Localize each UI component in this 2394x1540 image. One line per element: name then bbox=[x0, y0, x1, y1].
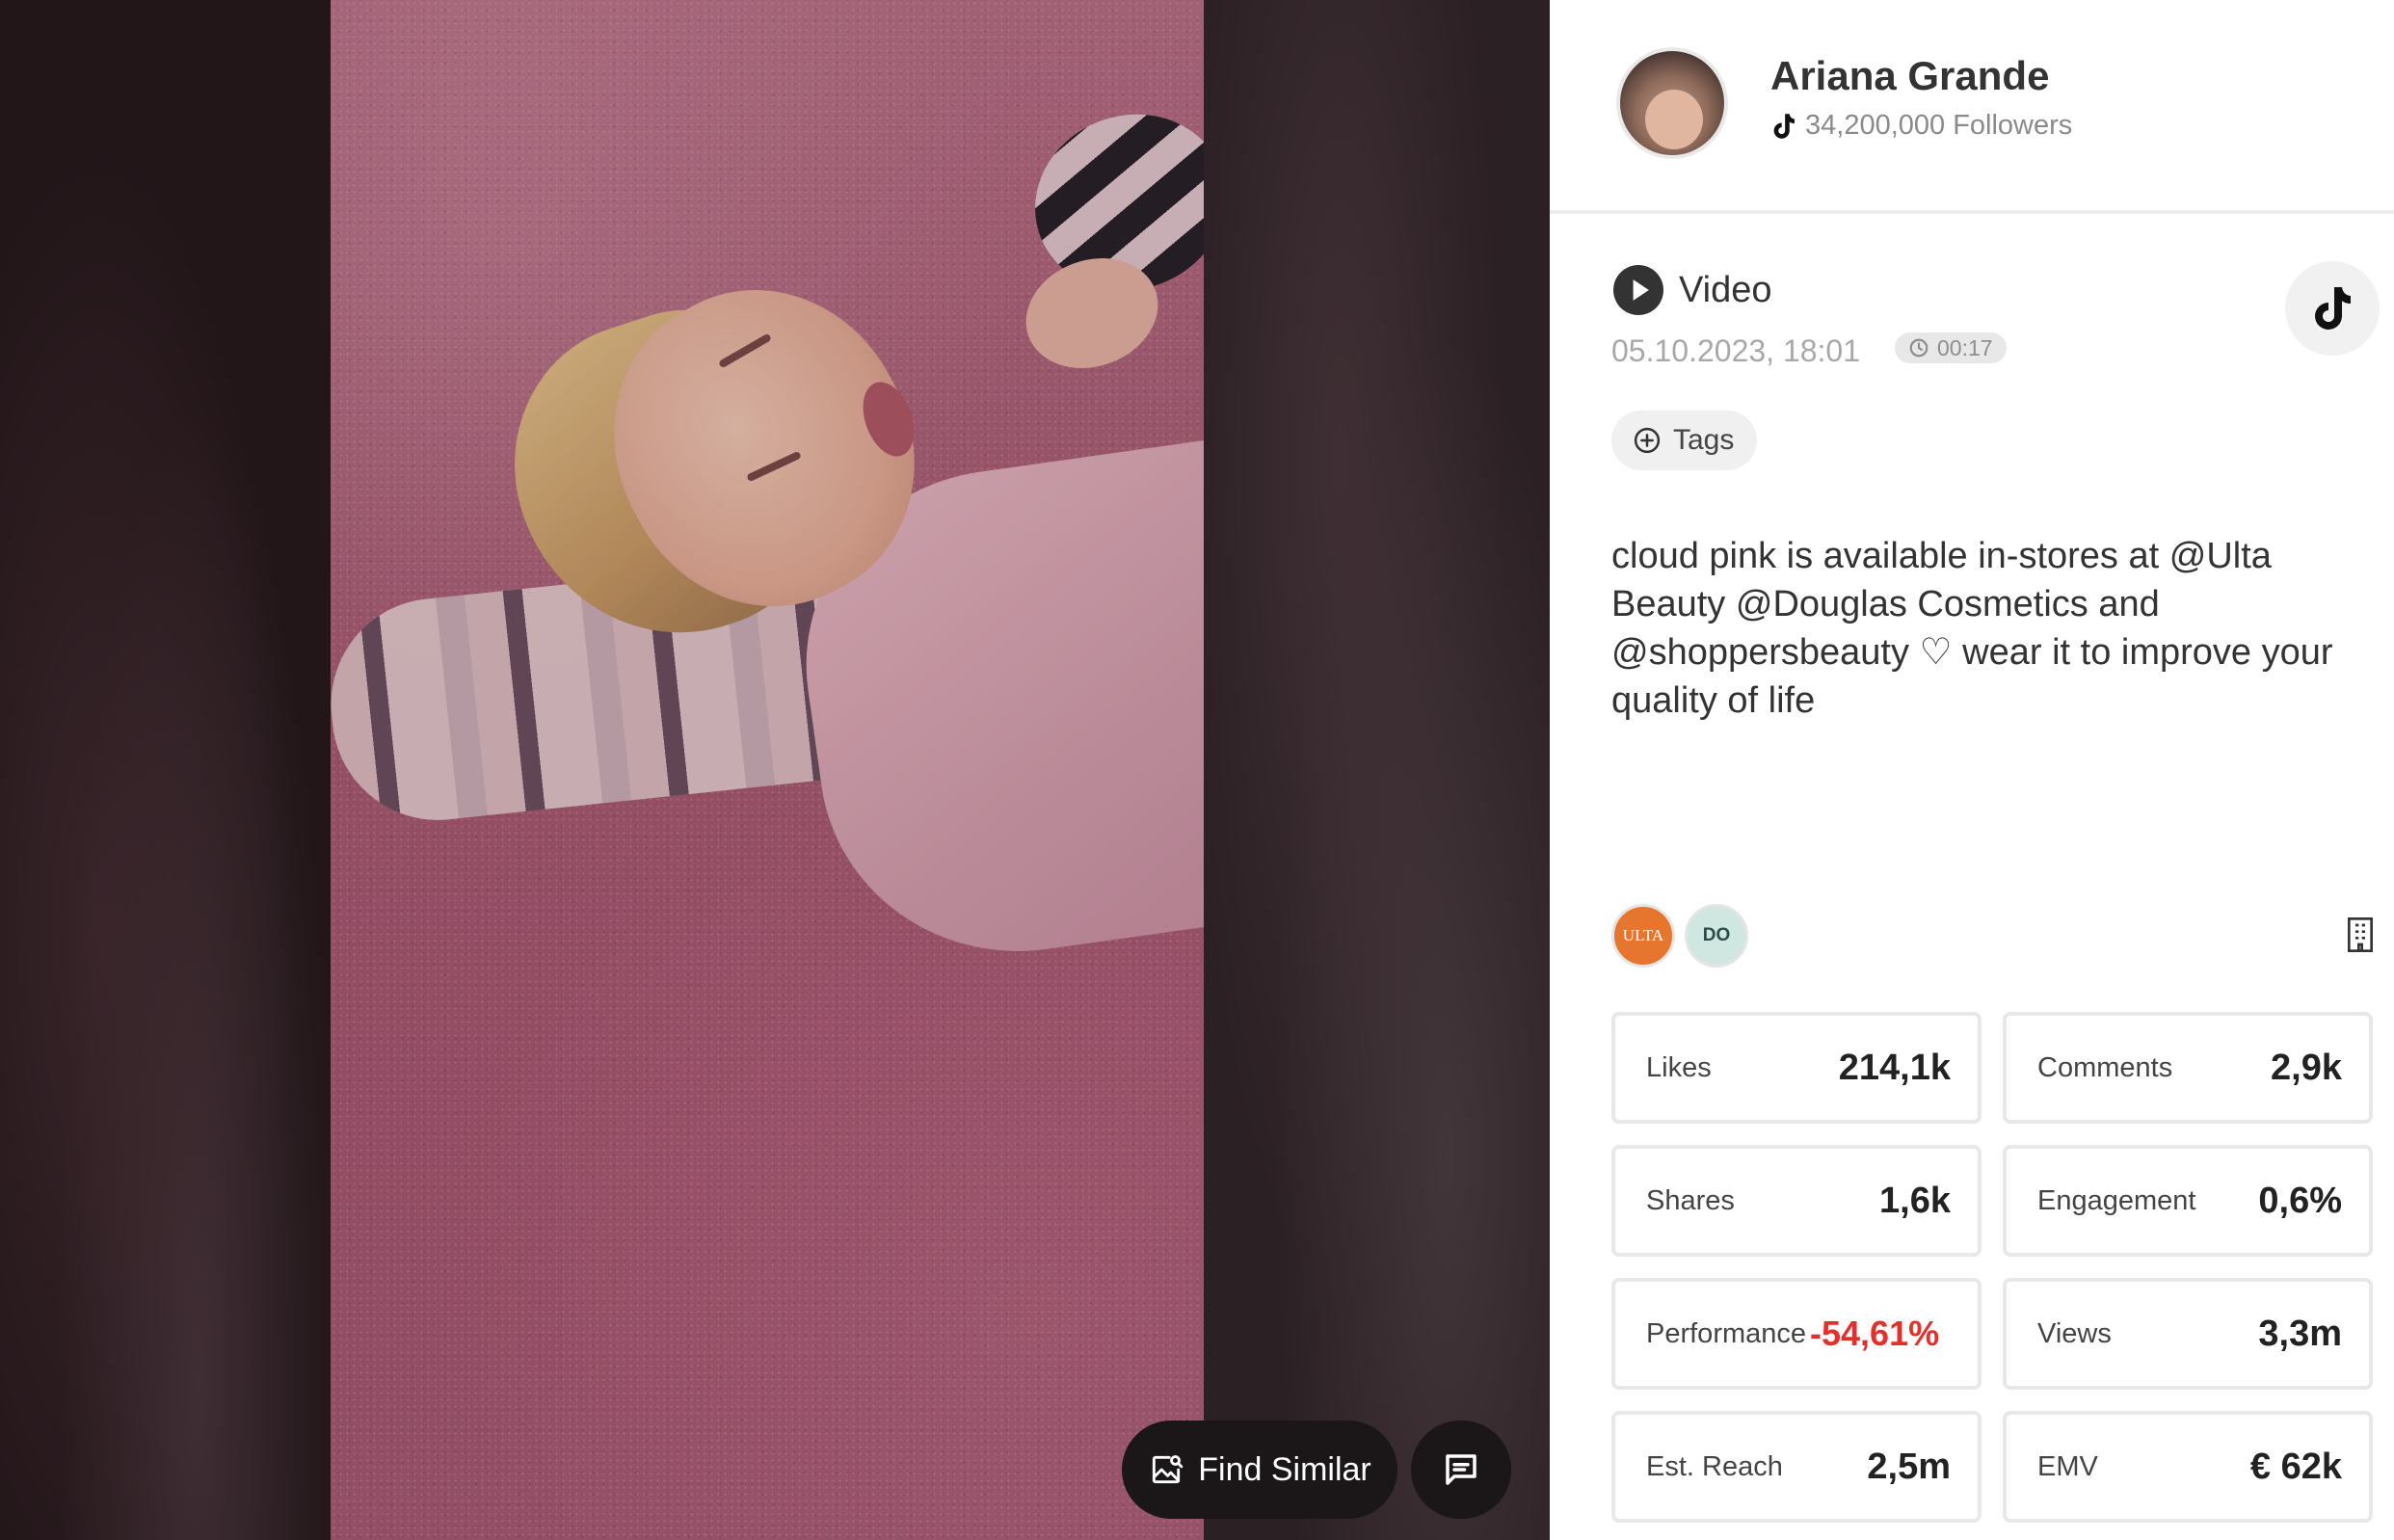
post-details-panel: Ariana Grande 34,200,000 Followers Video… bbox=[1550, 0, 2394, 1540]
stat-label: Est. Reach bbox=[1646, 1450, 1783, 1482]
avatar[interactable] bbox=[1616, 47, 1728, 159]
profile-name[interactable]: Ariana Grande bbox=[1770, 53, 2049, 99]
find-similar-button[interactable]: Find Similar bbox=[1122, 1421, 1397, 1519]
post-date: 05.10.2023, 18:01 bbox=[1611, 333, 1861, 368]
stat-label: Comments bbox=[2037, 1051, 2173, 1083]
stat-value: € 62k bbox=[2249, 1446, 2342, 1487]
stat-value: -54,61% bbox=[1810, 1314, 1940, 1353]
stat-label: Performance bbox=[1646, 1317, 1807, 1349]
post-type: Video bbox=[1613, 265, 1772, 315]
stat-emv: EMV € 62k bbox=[2003, 1411, 2373, 1523]
stat-label: Shares bbox=[1646, 1184, 1735, 1216]
duration-text: 00:17 bbox=[1937, 334, 1993, 360]
open-on-tiktok-button[interactable] bbox=[2285, 261, 2380, 356]
blurred-background-right bbox=[1203, 0, 1550, 1540]
add-tags-button[interactable]: Tags bbox=[1611, 411, 1758, 470]
stat-shares: Shares 1,6k bbox=[1611, 1145, 1982, 1257]
brand-logos: ULTA DO bbox=[1611, 904, 1748, 968]
blurred-background-left bbox=[0, 0, 331, 1540]
stat-comments: Comments 2,9k bbox=[2003, 1012, 2373, 1124]
video-preview[interactable] bbox=[331, 0, 1204, 1540]
tags-label: Tags bbox=[1673, 424, 1735, 456]
stat-value: 3,3m bbox=[2258, 1313, 2342, 1354]
follower-count: 34,200,000 Followers bbox=[1770, 110, 2072, 142]
duration-badge: 00:17 bbox=[1895, 332, 2007, 363]
stat-value: 0,6% bbox=[2258, 1180, 2342, 1221]
plus-circle-icon bbox=[1634, 427, 1661, 454]
clock-icon bbox=[1909, 338, 1928, 358]
stat-performance: Performance -54,61% bbox=[1611, 1278, 1982, 1390]
stat-label: EMV bbox=[2037, 1450, 2098, 1482]
stat-est-reach: Est. Reach 2,5m bbox=[1611, 1411, 1982, 1523]
image-search-icon bbox=[1153, 1455, 1184, 1484]
tiktok-icon bbox=[1773, 113, 1795, 139]
tiktok-icon bbox=[2315, 287, 2351, 330]
stats-grid: Likes 214,1k Comments 2,9k Shares 1,6k E… bbox=[1611, 1012, 2384, 1523]
stat-label: Views bbox=[2037, 1317, 2112, 1349]
chat-icon bbox=[1446, 1454, 1476, 1485]
brand-logo-ulta[interactable]: ULTA bbox=[1611, 904, 1675, 968]
stat-label: Likes bbox=[1646, 1051, 1712, 1083]
stat-value: 2,9k bbox=[2271, 1047, 2342, 1088]
brand-logo-douglas[interactable]: DO bbox=[1685, 904, 1748, 968]
media-viewer: Find Similar bbox=[0, 0, 1550, 1540]
post-type-label: Video bbox=[1679, 269, 1772, 310]
stat-label: Engagement bbox=[2037, 1184, 2196, 1216]
stat-engagement: Engagement 0,6% bbox=[2003, 1145, 2373, 1257]
stat-value: 1,6k bbox=[1879, 1180, 1951, 1221]
stat-views: Views 3,3m bbox=[2003, 1278, 2373, 1390]
stat-likes: Likes 214,1k bbox=[1611, 1012, 1982, 1124]
stat-value: 2,5m bbox=[1867, 1446, 1951, 1487]
chat-button[interactable] bbox=[1411, 1421, 1511, 1519]
play-icon bbox=[1613, 265, 1663, 315]
stat-value: 214,1k bbox=[1838, 1047, 1951, 1088]
followers-text: 34,200,000 Followers bbox=[1805, 110, 2073, 141]
post-caption: cloud pink is available in-stores at @Ul… bbox=[1611, 536, 2333, 721]
building-icon[interactable] bbox=[2344, 916, 2377, 954]
find-similar-label: Find Similar bbox=[1198, 1450, 1371, 1488]
profile-header: Ariana Grande 34,200,000 Followers bbox=[1550, 0, 2394, 214]
